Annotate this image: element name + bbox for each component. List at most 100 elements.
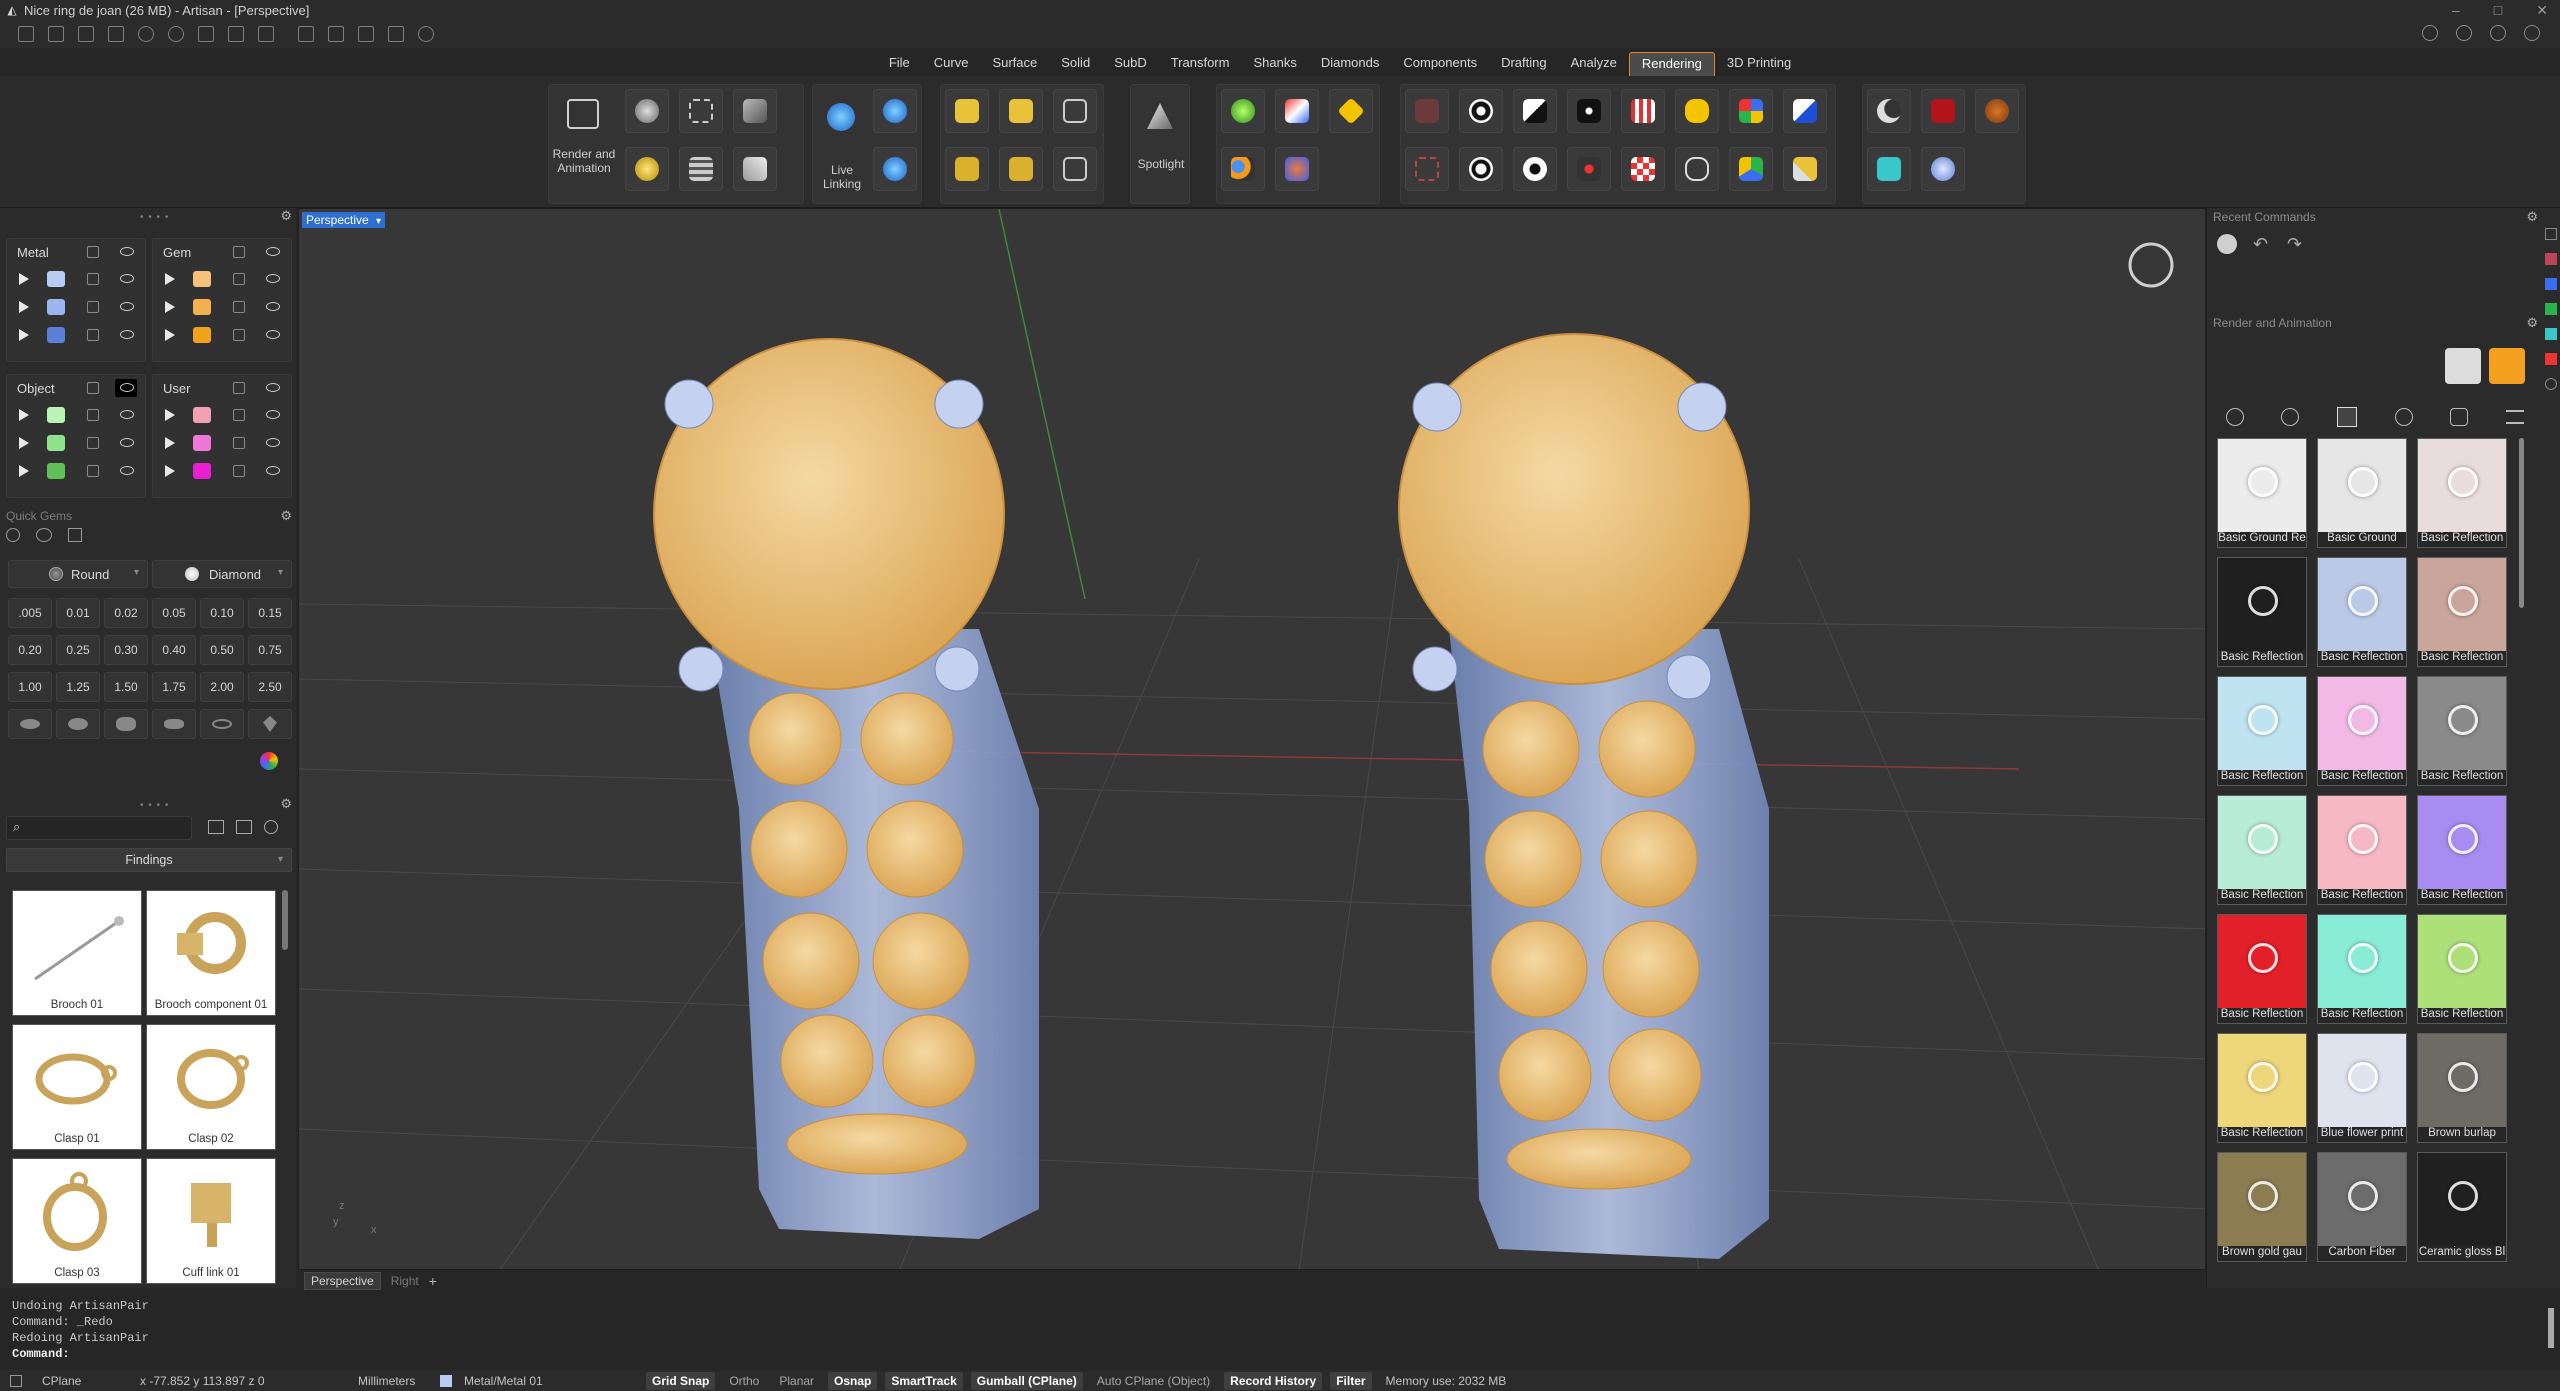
tab-rendering[interactable]: Rendering [1628, 52, 1715, 76]
status-toggle-auto-cplane-object[interactable]: Auto CPlane (Object) [1091, 1372, 1216, 1390]
gear-icon[interactable]: ⚙ [2526, 315, 2538, 331]
eye-icon[interactable] [120, 466, 134, 475]
lock-icon[interactable] [87, 465, 99, 477]
save-icon[interactable] [198, 26, 214, 42]
tab-shanks[interactable]: Shanks [1241, 52, 1308, 76]
library-item[interactable]: Brooch component 01 [146, 890, 276, 1016]
gem-size-button[interactable]: 2.00 [200, 672, 244, 702]
play-icon[interactable] [165, 437, 175, 449]
eye-icon[interactable] [120, 330, 134, 339]
play-icon[interactable] [165, 301, 175, 313]
scene-canvas[interactable]: z y x [299, 209, 2206, 1270]
red-box-button[interactable] [1921, 89, 1965, 133]
panel-toggle-icon[interactable] [2545, 353, 2557, 365]
play-icon[interactable] [19, 329, 29, 341]
new-template-icon[interactable] [48, 26, 64, 42]
panel-toggle-icon[interactable] [2545, 253, 2557, 265]
open-icon[interactable] [78, 26, 94, 42]
play-icon[interactable] [165, 273, 175, 285]
lock-icon[interactable] [87, 301, 99, 313]
gem-size-button[interactable]: 0.20 [8, 635, 52, 665]
rotate-view-icon[interactable] [2128, 242, 2174, 288]
image-button[interactable] [1053, 89, 1097, 133]
material-thumbnail[interactable]: Basic Ground Re [2217, 438, 2307, 548]
display-duck-button[interactable] [1675, 89, 1719, 133]
gem-size-button[interactable]: 0.30 [104, 635, 148, 665]
layer-color-swatch[interactable] [193, 299, 211, 315]
layer-row[interactable] [7, 293, 145, 321]
render-preview-button[interactable] [2445, 348, 2481, 384]
display-wire-cube-button[interactable] [1405, 147, 1449, 191]
layer-color-swatch[interactable] [193, 407, 211, 423]
display-red-check-button[interactable] [1621, 147, 1665, 191]
play-icon[interactable] [19, 301, 29, 313]
light-button[interactable] [625, 147, 669, 191]
play-icon[interactable] [165, 409, 175, 421]
library-category-dropdown[interactable]: Findings ▾ [6, 848, 292, 872]
display-color-cube-button[interactable] [1729, 147, 1773, 191]
eye-icon[interactable] [266, 274, 280, 283]
import-icon[interactable] [108, 26, 124, 42]
layers-render-button[interactable] [679, 147, 723, 191]
lock-icon[interactable] [233, 409, 245, 421]
cut-icon[interactable] [328, 26, 344, 42]
teal-cube-button[interactable] [1867, 147, 1911, 191]
layer-row[interactable] [153, 293, 291, 321]
new-file-icon[interactable] [18, 26, 34, 42]
tab-right[interactable]: Right [391, 1274, 419, 1288]
layer-row[interactable] [153, 265, 291, 293]
layer-row[interactable] [7, 429, 145, 457]
tab-drafting[interactable]: Drafting [1489, 52, 1559, 76]
status-toggle-record-history[interactable]: Record History [1224, 1371, 1323, 1390]
library-item[interactable]: Cuff link 01 [146, 1158, 276, 1284]
gem-size-button[interactable]: 0.25 [56, 635, 100, 665]
map-button[interactable] [999, 147, 1043, 191]
refresh-link-button[interactable] [873, 147, 917, 191]
layer-row[interactable] [7, 265, 145, 293]
layer-color-swatch[interactable] [47, 435, 65, 451]
display-plane-button[interactable] [1513, 89, 1557, 133]
eye-icon[interactable] [266, 383, 280, 392]
eye-icon[interactable] [120, 410, 134, 419]
eye-icon[interactable] [266, 302, 280, 311]
lock-icon[interactable] [233, 246, 245, 258]
cplane-label[interactable]: CPlane [36, 1372, 126, 1390]
material-swap-button[interactable] [1275, 147, 1319, 191]
layer-color-swatch[interactable] [193, 327, 211, 343]
gem-size-button[interactable]: 0.40 [152, 635, 196, 665]
layer-color-swatch[interactable] [193, 463, 211, 479]
layer-row[interactable] [153, 321, 291, 349]
display-arrows-button[interactable] [1567, 89, 1611, 133]
color-wheel-icon[interactable] [260, 752, 278, 770]
layer-row[interactable] [153, 429, 291, 457]
material-thumbnail[interactable]: Basic Reflection [2417, 557, 2507, 667]
lock-icon[interactable] [87, 382, 99, 394]
library-item[interactable]: Clasp 03 [12, 1158, 142, 1284]
close-button[interactable]: ✕ [2536, 0, 2548, 20]
command-prompt[interactable]: Command: [0, 1346, 2560, 1362]
preview-button[interactable] [733, 89, 777, 133]
material-green-button[interactable] [1221, 89, 1265, 133]
add-folder-icon[interactable] [208, 820, 224, 834]
export-icon[interactable] [298, 26, 314, 42]
gem-size-button[interactable]: 1.00 [8, 672, 52, 702]
tab-perspective[interactable]: Perspective [304, 1272, 381, 1290]
tab-settings-icon[interactable] [2506, 410, 2525, 424]
status-menu-icon[interactable] [10, 1374, 22, 1387]
display-window-button[interactable] [1783, 89, 1827, 133]
save-all-icon[interactable] [258, 26, 274, 42]
play-icon[interactable] [19, 437, 29, 449]
tab-transform[interactable]: Transform [1159, 52, 1242, 76]
gear-icon[interactable]: ⚙ [280, 208, 292, 224]
material-thumbnail[interactable]: Basic Reflection [2217, 914, 2307, 1024]
material-thumbnail[interactable]: Basic Reflection [2317, 557, 2407, 667]
status-toggle-smarttrack[interactable]: SmartTrack [885, 1371, 963, 1390]
gem-cut-button[interactable] [152, 709, 196, 739]
current-layer[interactable]: Metal/Metal 01 [458, 1372, 638, 1390]
material-thumbnail[interactable]: Basic Reflection [2317, 914, 2407, 1024]
gem-cut-button[interactable] [248, 709, 292, 739]
material-thumbnail[interactable]: Brown burlap [2417, 1033, 2507, 1143]
tab-scene-icon[interactable] [2225, 408, 2244, 426]
maximize-button[interactable]: □ [2494, 0, 2502, 20]
gem-size-button[interactable]: 0.02 [104, 598, 148, 628]
